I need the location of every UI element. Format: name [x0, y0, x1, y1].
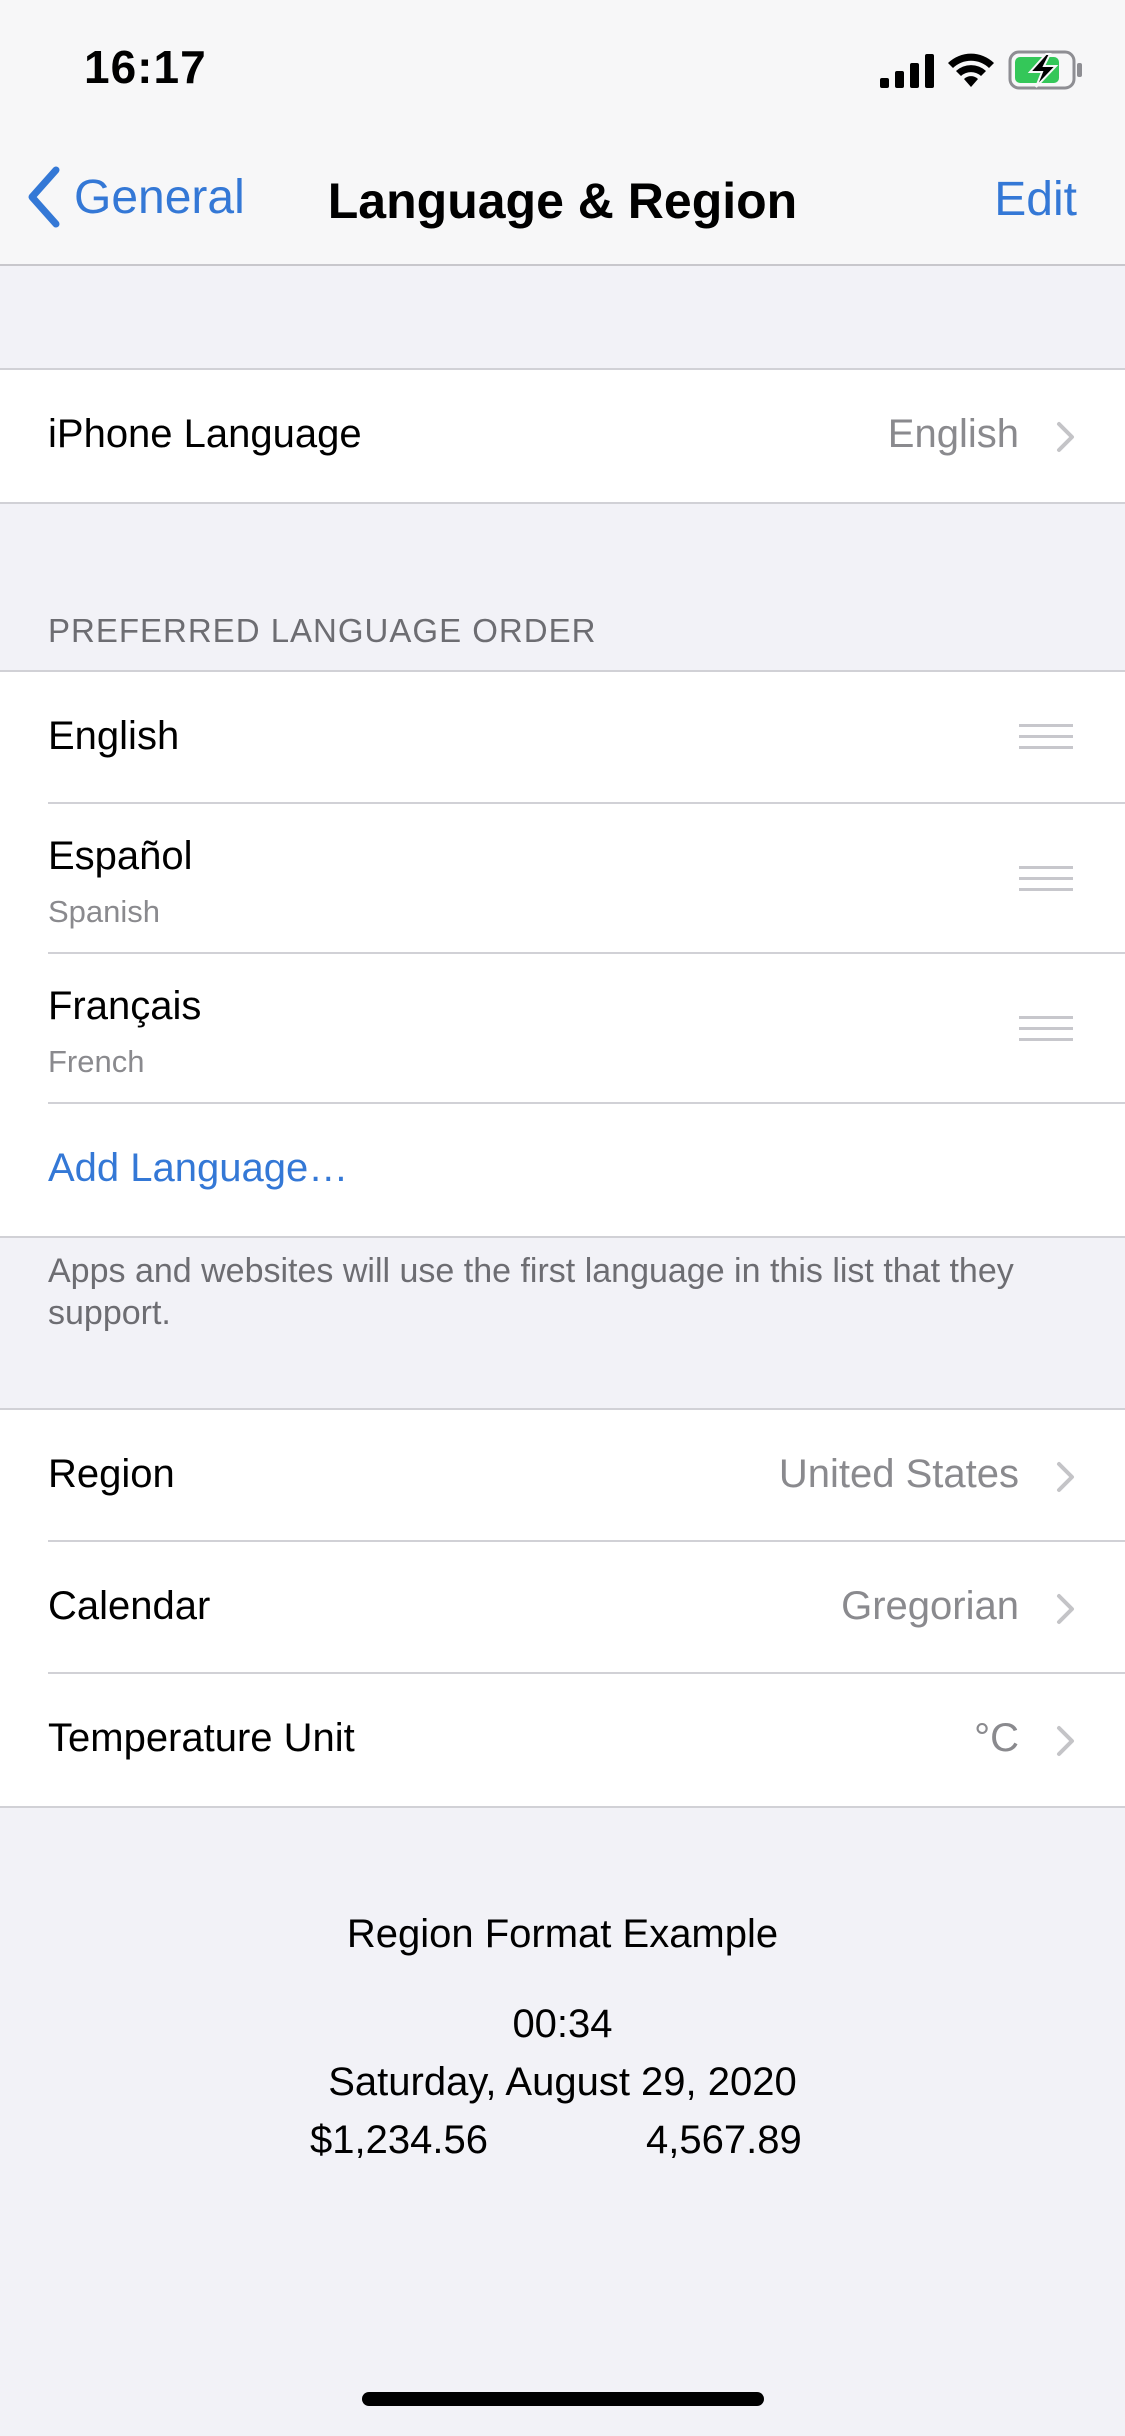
temperature-unit-value: °C — [974, 1716, 1019, 1760]
add-language-button[interactable]: Add Language… — [48, 1146, 348, 1191]
cellular-signal-icon — [880, 54, 934, 88]
format-example-time: 00:34 — [512, 2002, 613, 2046]
chevron-left-icon — [28, 166, 60, 228]
region-value: United States — [778, 1452, 1019, 1496]
format-example-title: Region Format Example — [346, 1912, 779, 1956]
region-settings-group: Region United States Calendar Gregorian … — [0, 1408, 1125, 1808]
format-example-date: Saturday, August 29, 2020 — [328, 2060, 797, 2104]
language-row-english[interactable]: English — [0, 672, 1125, 804]
reorder-handle-icon[interactable] — [1019, 1014, 1073, 1044]
format-example-number: 4,567.89 — [646, 2118, 802, 2162]
chevron-right-icon — [1057, 1462, 1074, 1492]
language-name: Français — [48, 984, 202, 1028]
preferred-language-group: English Español Spanish Français French — [0, 670, 1125, 1238]
calendar-value: Gregorian — [841, 1584, 1019, 1628]
home-indicator[interactable] — [362, 2392, 764, 2406]
chevron-right-icon — [1057, 1594, 1074, 1624]
language-english-name: Spanish — [48, 894, 161, 929]
language-region-screen: 16:17 General Language & Region Edit iPh… — [0, 0, 1125, 2436]
temperature-unit-label: Temperature Unit — [48, 1716, 355, 1760]
status-bar: 16:17 — [0, 0, 1125, 132]
chevron-right-icon — [1057, 1726, 1074, 1756]
preferred-language-footer: Apps and websites will use the first lan… — [48, 1252, 1014, 1332]
calendar-label: Calendar — [48, 1584, 211, 1628]
language-english-name: French — [48, 1044, 145, 1079]
region-row[interactable]: Region United States — [0, 1410, 1125, 1542]
battery-charging-icon — [1008, 50, 1082, 90]
status-time: 16:17 — [84, 41, 207, 93]
iphone-language-group: iPhone Language English — [0, 368, 1125, 504]
chevron-right-icon — [1057, 422, 1074, 452]
iphone-language-value: English — [887, 412, 1019, 456]
reorder-handle-icon[interactable] — [1019, 864, 1073, 894]
language-row-espanol[interactable]: Español Spanish — [0, 804, 1125, 954]
iphone-language-row[interactable]: iPhone Language English — [0, 370, 1125, 502]
language-row-francais[interactable]: Français French — [0, 954, 1125, 1104]
preferred-language-header: PREFERRED LANGUAGE ORDER — [48, 612, 597, 649]
reorder-handle-icon[interactable] — [1019, 722, 1073, 752]
language-name: English — [48, 714, 180, 758]
format-example-currency: $1,234.56 — [310, 2118, 488, 2162]
region-label: Region — [48, 1452, 175, 1496]
temperature-unit-row[interactable]: Temperature Unit °C — [0, 1674, 1125, 1806]
back-label: General — [74, 170, 245, 224]
language-name: Español — [48, 834, 193, 878]
back-button[interactable]: General — [24, 162, 245, 232]
iphone-language-label: iPhone Language — [48, 412, 362, 456]
add-language-row[interactable]: Add Language… — [0, 1104, 1125, 1236]
wifi-icon — [948, 53, 994, 87]
navigation-bar: General Language & Region Edit — [0, 132, 1125, 266]
calendar-row[interactable]: Calendar Gregorian — [0, 1542, 1125, 1674]
edit-button[interactable]: Edit — [994, 172, 1077, 227]
